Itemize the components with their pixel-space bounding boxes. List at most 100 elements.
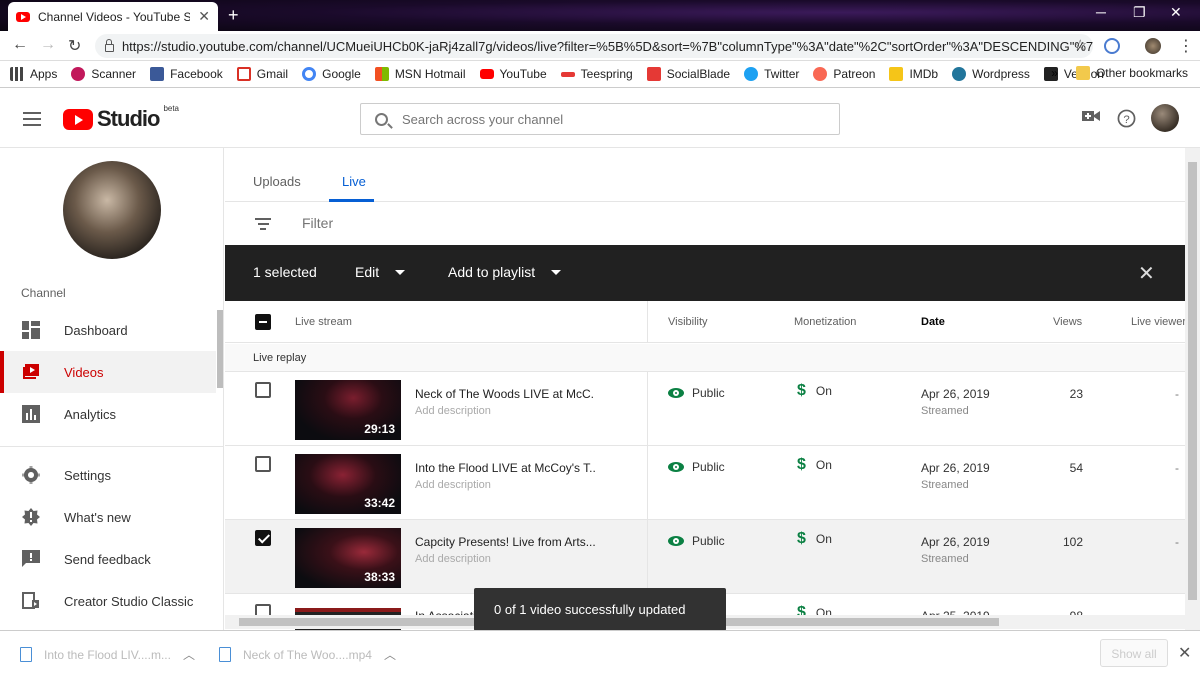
bookmark-gmail[interactable]: Gmail — [236, 67, 288, 81]
account-avatar[interactable] — [1151, 104, 1179, 132]
visibility-label: Public — [692, 386, 725, 400]
row-checkbox[interactable] — [255, 382, 271, 398]
bookmark-msn[interactable]: MSN Hotmail — [374, 67, 466, 81]
video-title[interactable]: Capcity Presents! Live from Arts... — [415, 535, 595, 549]
help-icon[interactable]: ? — [1117, 109, 1136, 128]
restore-icon[interactable]: ❐ — [1133, 4, 1146, 21]
bookmark-apps[interactable]: Apps — [10, 67, 57, 81]
filter-icon[interactable] — [255, 218, 271, 230]
other-bookmarks[interactable]: Other bookmarks — [1075, 66, 1188, 80]
hamburger-menu-icon[interactable] — [23, 112, 41, 126]
download-item[interactable]: Neck of The Woo....mp4 ︿ — [219, 646, 396, 663]
main-vertical-scrollbar[interactable] — [1185, 148, 1200, 630]
sidebar-item-send-feedback[interactable]: Send feedback — [0, 538, 216, 580]
window-close-icon[interactable]: ✕ — [1170, 4, 1182, 21]
video-description[interactable]: Add description — [415, 553, 491, 565]
settings-gear-icon — [22, 466, 40, 484]
chrome-menu-icon[interactable]: ⋮ — [1178, 36, 1194, 56]
file-icon — [20, 647, 32, 662]
table-row[interactable]: 38:33 Capcity Presents! Live from Arts..… — [225, 520, 1185, 594]
bookmark-socialblade[interactable]: SocialBlade — [646, 67, 730, 81]
facebook-icon — [150, 67, 165, 81]
row-checkbox[interactable] — [255, 456, 271, 472]
table-row[interactable]: 33:42 Into the Flood LIVE at McCoy's T..… — [225, 446, 1185, 520]
bookmark-imdb[interactable]: IMDb — [889, 67, 938, 81]
create-video-icon[interactable] — [1082, 109, 1100, 123]
tab-live[interactable]: Live — [342, 174, 366, 189]
profile-avatar-icon[interactable] — [1145, 38, 1161, 54]
scrollbar-thumb[interactable] — [1188, 162, 1197, 600]
video-thumbnail[interactable]: 38:33 — [295, 528, 401, 588]
select-all-checkbox[interactable] — [255, 314, 271, 330]
visibility-dropdown[interactable]: Public — [668, 534, 725, 548]
sidebar-item-creator-studio-classic[interactable]: Creator Studio Classic — [0, 580, 216, 622]
video-thumbnail[interactable]: 33:42 — [295, 454, 401, 514]
monetization-status[interactable]: $ On — [797, 382, 832, 400]
download-filename: Neck of The Woo....mp4 — [243, 647, 372, 662]
downloads-close-icon[interactable]: ✕ — [1178, 643, 1191, 663]
sidebar-item-analytics[interactable]: Analytics — [0, 393, 216, 435]
filter-input[interactable] — [302, 215, 502, 231]
sidebar-item-dashboard[interactable]: Dashboard — [0, 309, 216, 351]
close-selection-icon[interactable]: ✕ — [1138, 261, 1155, 286]
video-description[interactable]: Add description — [415, 479, 491, 491]
bookmark-google[interactable]: Google — [302, 67, 361, 81]
sidebar-item-videos[interactable]: Videos — [0, 351, 216, 393]
reload-icon[interactable]: ↻ — [68, 36, 81, 56]
msn-icon — [374, 67, 389, 81]
monetization-status[interactable]: $ On — [797, 530, 832, 548]
bookmark-teespring[interactable]: Teespring — [560, 67, 633, 81]
video-duration: 33:42 — [364, 496, 395, 510]
tab-uploads[interactable]: Uploads — [253, 174, 301, 189]
svg-text:?: ? — [1123, 114, 1129, 126]
video-title[interactable]: Into the Flood LIVE at McCoy's T... — [415, 461, 595, 475]
browser-tab[interactable]: Channel Videos - YouTube Studio ✕ — [8, 2, 218, 31]
chevron-up-icon[interactable]: ︿ — [183, 646, 195, 663]
new-tab-icon[interactable]: + — [228, 6, 239, 24]
back-arrow-icon[interactable]: ← — [12, 36, 28, 54]
sidebar-item-whats-new[interactable]: What's new — [0, 496, 216, 538]
extension-icon[interactable] — [1104, 38, 1120, 54]
chevron-up-icon[interactable]: ︿ — [384, 646, 396, 663]
download-item[interactable]: Into the Flood LIV....m... ︿ — [20, 646, 195, 663]
search-box[interactable] — [360, 103, 840, 135]
row-checkbox[interactable] — [255, 530, 271, 546]
sidebar-item-settings[interactable]: Settings — [0, 454, 216, 496]
column-views[interactable]: Views — [1053, 316, 1082, 328]
add-to-playlist-dropdown[interactable]: Add to playlist — [448, 264, 562, 280]
sidebar-scrollbar[interactable] — [217, 310, 223, 388]
bookmark-patreon[interactable]: Patreon — [813, 67, 875, 81]
downloads-bar: Into the Flood LIV....m... ︿ Neck of The… — [0, 630, 1200, 675]
forward-arrow-icon[interactable]: → — [40, 36, 56, 54]
show-all-button[interactable]: Show all — [1100, 639, 1168, 667]
bookmark-twitter[interactable]: Twitter — [744, 67, 799, 81]
bookmark-wordpress[interactable]: Wordpress — [952, 67, 1030, 81]
video-thumbnail[interactable]: 29:13 — [295, 380, 401, 440]
bookmark-scanner[interactable]: Scanner — [71, 67, 136, 81]
channel-avatar[interactable] — [63, 161, 161, 259]
table-row[interactable]: 29:13 Neck of The Woods LIVE at McC... A… — [225, 372, 1185, 446]
tab-close-icon[interactable]: ✕ — [198, 8, 210, 25]
studio-logo[interactable]: Studio beta — [63, 104, 179, 132]
column-live-viewers[interactable]: Live viewer — [1131, 316, 1186, 328]
column-live-stream: Live stream — [295, 316, 352, 328]
visibility-dropdown[interactable]: Public — [668, 386, 725, 400]
monetization-label: On — [815, 384, 832, 398]
video-title[interactable]: Neck of The Woods LIVE at McC... — [415, 387, 595, 401]
bookmarks-overflow-chevron[interactable]: » — [1051, 66, 1058, 80]
eye-icon — [668, 536, 684, 546]
url-omnibox[interactable]: https://studio.youtube.com/channel/UCMue… — [95, 34, 1093, 58]
search-input[interactable] — [402, 111, 802, 127]
bookmark-facebook[interactable]: Facebook — [150, 67, 223, 81]
monetization-status[interactable]: $ On — [797, 456, 832, 474]
selection-action-bar: 1 selected Edit Add to playlist ✕ — [225, 245, 1185, 301]
visibility-dropdown[interactable]: Public — [668, 460, 725, 474]
search-icon — [375, 112, 388, 126]
folder-icon — [1075, 66, 1090, 80]
bookmark-star-icon[interactable]: ☆ — [1074, 36, 1087, 54]
video-description[interactable]: Add description — [415, 405, 491, 417]
edit-dropdown[interactable]: Edit — [355, 264, 406, 280]
minimize-icon[interactable]: ─ — [1096, 4, 1106, 20]
bookmark-youtube[interactable]: YouTube — [479, 67, 547, 81]
column-date[interactable]: Date — [921, 316, 945, 328]
